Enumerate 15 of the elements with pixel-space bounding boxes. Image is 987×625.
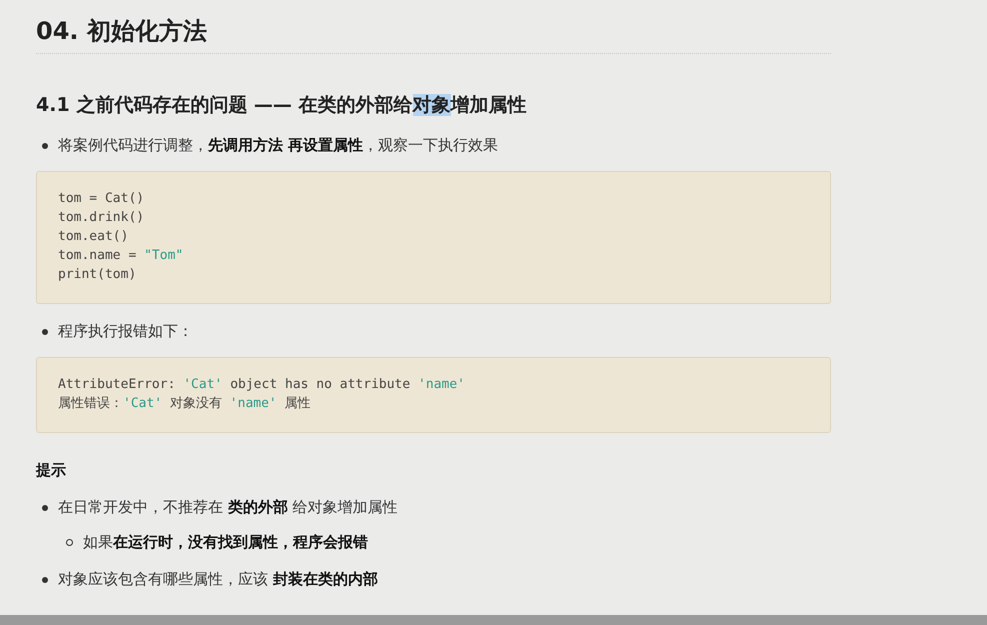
code-block: tom = Cat() tom.drink() tom.eat() tom.name = "Tom" print(tom) [36,171,831,304]
list-item-text: 如果在运行时，没有找到属性，程序会报错 [83,533,368,552]
list-item-text: 程序执行报错如下： [58,322,193,341]
list-item-text: 在日常开发中，不推荐在 类的外部 给对象增加属性 [58,498,398,517]
bullet-icon [42,504,48,510]
bullet-icon [66,539,73,546]
bullet-icon [42,576,48,582]
bullet-icon [42,328,48,334]
list-item-text: 对象应该包含有哪些属性，应该 封装在类的内部 [58,570,378,589]
section-heading: 04. 初始化方法 [36,0,831,54]
tip-label: 提示 [36,461,67,480]
subsection-heading: 4.1 之前代码存在的问题 —— 在类的外部给对象增加属性 [36,93,527,118]
bullet-icon [42,142,48,148]
list-item-text: 将案例代码进行调整，先调用方法 再设置属性，观察一下执行效果 [58,136,498,155]
code-block: AttributeError: 'Cat' object has no attribute 'name' 属性错误：'Cat' 对象没有 'name' 属性 [36,357,831,433]
